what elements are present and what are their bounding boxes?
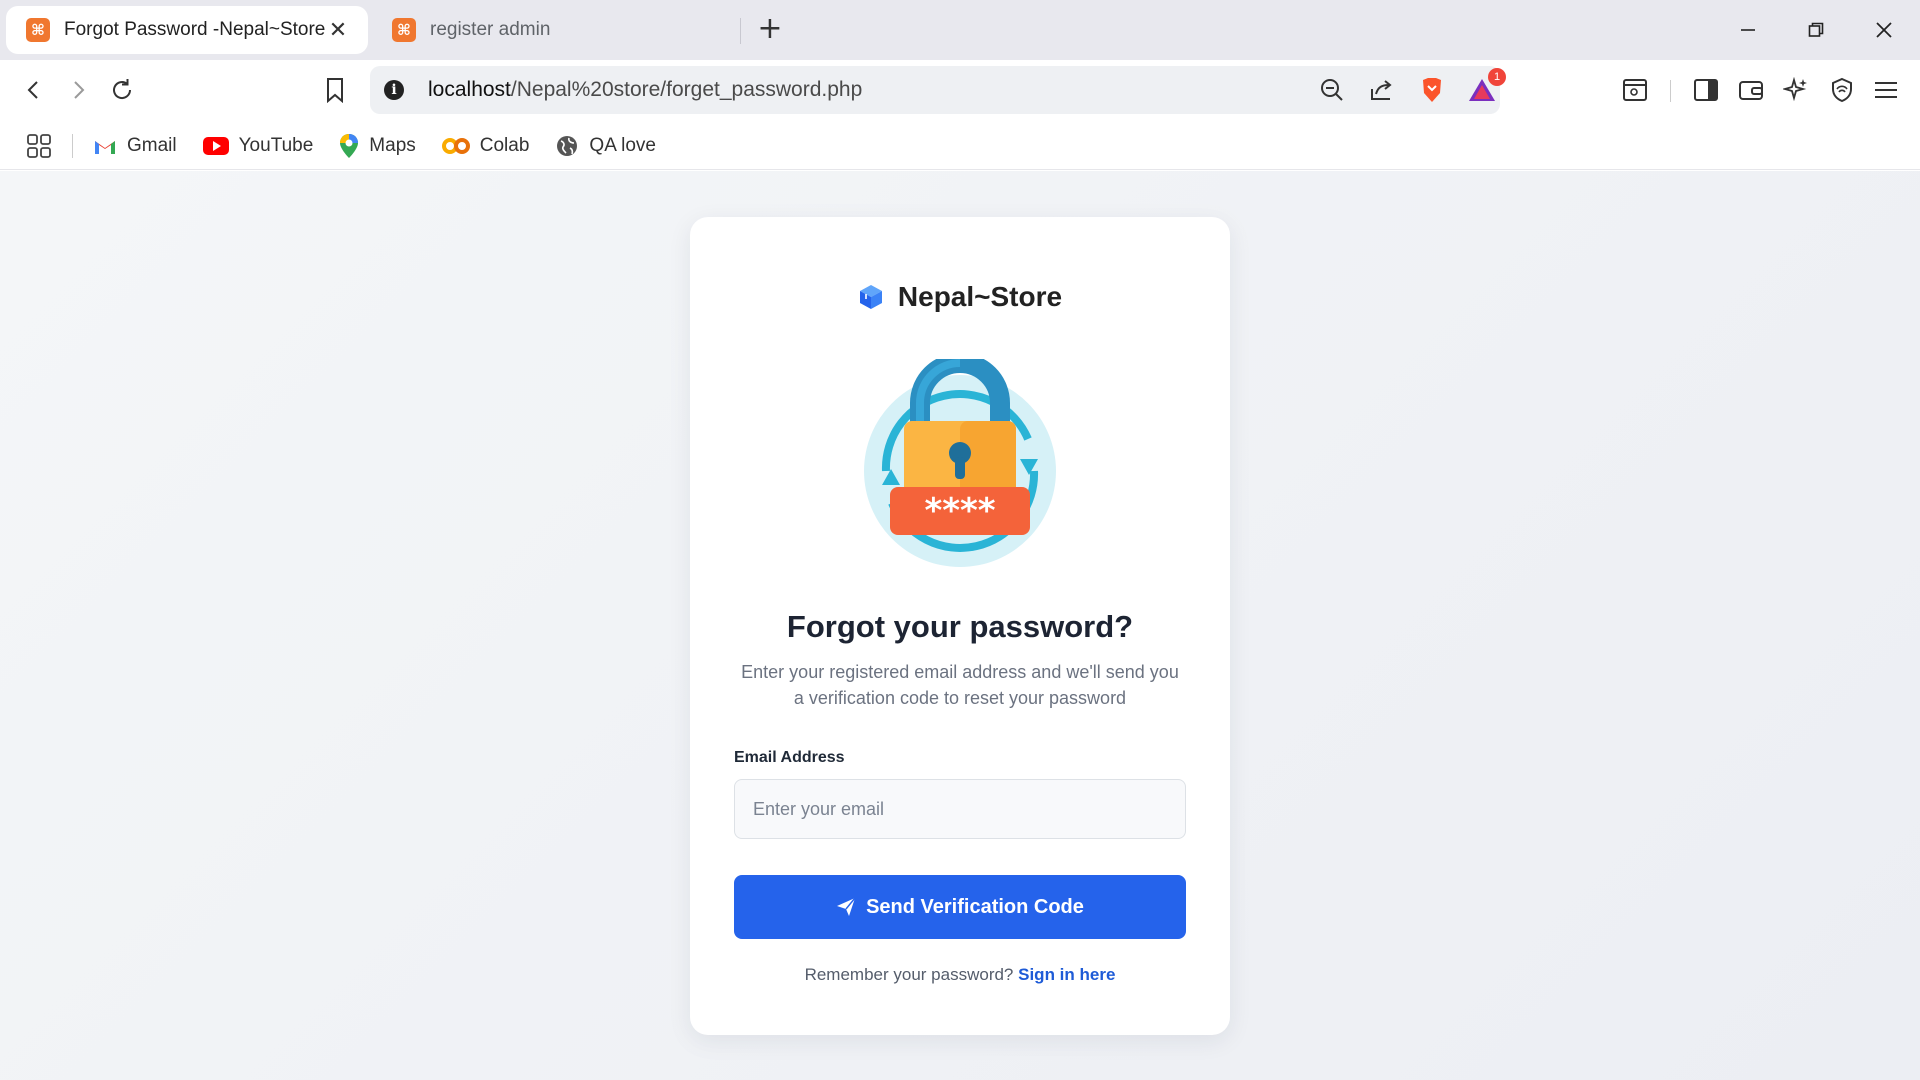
tab-strip: ⌘ Forgot Password -Nepal~Store ✕ ⌘ regis… [0, 0, 1920, 60]
cube-logo-icon [858, 283, 884, 311]
padlock-illustration: **** [860, 353, 1060, 569]
brand: Nepal~Store [690, 281, 1230, 313]
reader-mode-button[interactable] [1615, 70, 1655, 110]
bookmarks-divider [72, 133, 73, 158]
sidebar-icon [1694, 79, 1718, 101]
colab-icon [441, 137, 470, 155]
brave-rewards-icon[interactable]: 1 [1464, 68, 1506, 108]
bookmark-button[interactable] [315, 70, 355, 110]
minimize-icon [1741, 29, 1755, 31]
button-label: Send Verification Code [866, 895, 1084, 918]
tab-title: register admin [430, 19, 551, 40]
bookmark-youtube[interactable]: YouTube [202, 134, 314, 157]
minimize-button[interactable] [1726, 10, 1770, 50]
bookmark-colab[interactable]: Colab [441, 134, 530, 157]
page-background: Nepal~Store **** Forgot your password? E… [0, 171, 1920, 1080]
globe-icon [555, 134, 579, 158]
tab-title: Forgot Password -Nepal~Store [64, 19, 326, 40]
reload-icon [113, 79, 132, 99]
rewards-badge: 1 [1488, 68, 1506, 86]
reload-button[interactable] [102, 70, 142, 110]
back-button[interactable] [14, 70, 54, 110]
address-bar[interactable]: i localhost/Nepal%20store/forget_passwor… [370, 66, 1506, 114]
brand-name: Nepal~Store [897, 281, 1063, 312]
zoom-out-icon[interactable] [1314, 72, 1350, 108]
vpn-shield-icon [1832, 77, 1852, 103]
bookmark-label: YouTube [238, 134, 314, 156]
bookmark-maps[interactable]: Maps [339, 133, 416, 159]
tab-forgot-password[interactable]: ⌘ Forgot Password -Nepal~Store ✕ [6, 6, 368, 54]
vpn-button[interactable] [1822, 70, 1862, 110]
bookmark-qa-love[interactable]: QA love [555, 134, 656, 158]
maps-icon [339, 133, 359, 159]
bookmark-label: Maps [369, 134, 416, 156]
bookmark-label: Gmail [127, 134, 177, 156]
email-field[interactable] [734, 779, 1186, 839]
svg-text:****: **** [924, 491, 995, 531]
menu-button[interactable] [1866, 70, 1906, 110]
send-verification-code-button[interactable]: Send Verification Code [734, 875, 1186, 939]
instructions-text: Enter your registered email address and … [741, 662, 1179, 708]
url-host: localhost [428, 78, 511, 101]
back-arrow-icon [27, 81, 38, 99]
toolbar-divider [1670, 80, 1671, 102]
forward-arrow-icon [74, 81, 85, 99]
url-path: /Nepal%20store/forget_password.php [510, 78, 863, 101]
close-icon [1876, 22, 1892, 38]
site-info-icon[interactable]: i [384, 80, 404, 100]
bookmarks-bar: Gmail YouTube Maps Colab QA love [0, 122, 1920, 170]
email-label: Email Address [734, 749, 845, 766]
apps-grid-icon[interactable] [26, 133, 52, 159]
close-window-button[interactable] [1862, 10, 1906, 50]
youtube-icon [202, 136, 229, 155]
browser-toolbar: i localhost/Nepal%20store/forget_passwor… [0, 60, 1920, 122]
tab-register-admin[interactable]: ⌘ register admin [372, 6, 742, 54]
hamburger-menu-icon [1875, 82, 1897, 98]
close-tab-icon[interactable]: ✕ [326, 17, 350, 43]
brave-shields-icon[interactable] [1414, 72, 1450, 108]
xampp-icon: ⌘ [392, 18, 416, 42]
wallet-icon [1739, 81, 1763, 100]
paper-plane-icon [836, 897, 856, 917]
restore-button[interactable] [1794, 10, 1838, 50]
share-icon[interactable] [1364, 72, 1400, 108]
gmail-icon [93, 137, 117, 155]
forward-button[interactable] [58, 70, 98, 110]
sidebar-button[interactable] [1686, 70, 1726, 110]
sign-in-link[interactable]: Sign in here [1018, 965, 1115, 984]
bookmark-gmail[interactable]: Gmail [93, 135, 177, 157]
xampp-icon: ⌘ [26, 18, 50, 42]
url-text[interactable]: localhost/Nepal%20store/forget_password.… [428, 78, 1300, 102]
wallet-button[interactable] [1731, 70, 1771, 110]
new-tab-button[interactable]: + [752, 12, 788, 48]
footer: Remember your password? Sign in here [690, 965, 1230, 985]
footer-text: Remember your password? [804, 965, 1014, 984]
bookmark-label: Colab [479, 134, 530, 156]
restore-icon [1808, 22, 1824, 37]
sparkle-icon [1783, 77, 1807, 102]
padlock-reset-icon: **** [864, 353, 1056, 567]
forgot-password-card: Nepal~Store **** Forgot your password? E… [690, 217, 1230, 1035]
leo-ai-button[interactable] [1776, 70, 1816, 110]
page-title: Forgot your password? [786, 609, 1134, 644]
bookmark-icon [327, 78, 343, 103]
tab-separator [740, 18, 741, 44]
reader-mode-icon [1623, 79, 1647, 101]
bookmark-label: QA love [589, 134, 656, 156]
